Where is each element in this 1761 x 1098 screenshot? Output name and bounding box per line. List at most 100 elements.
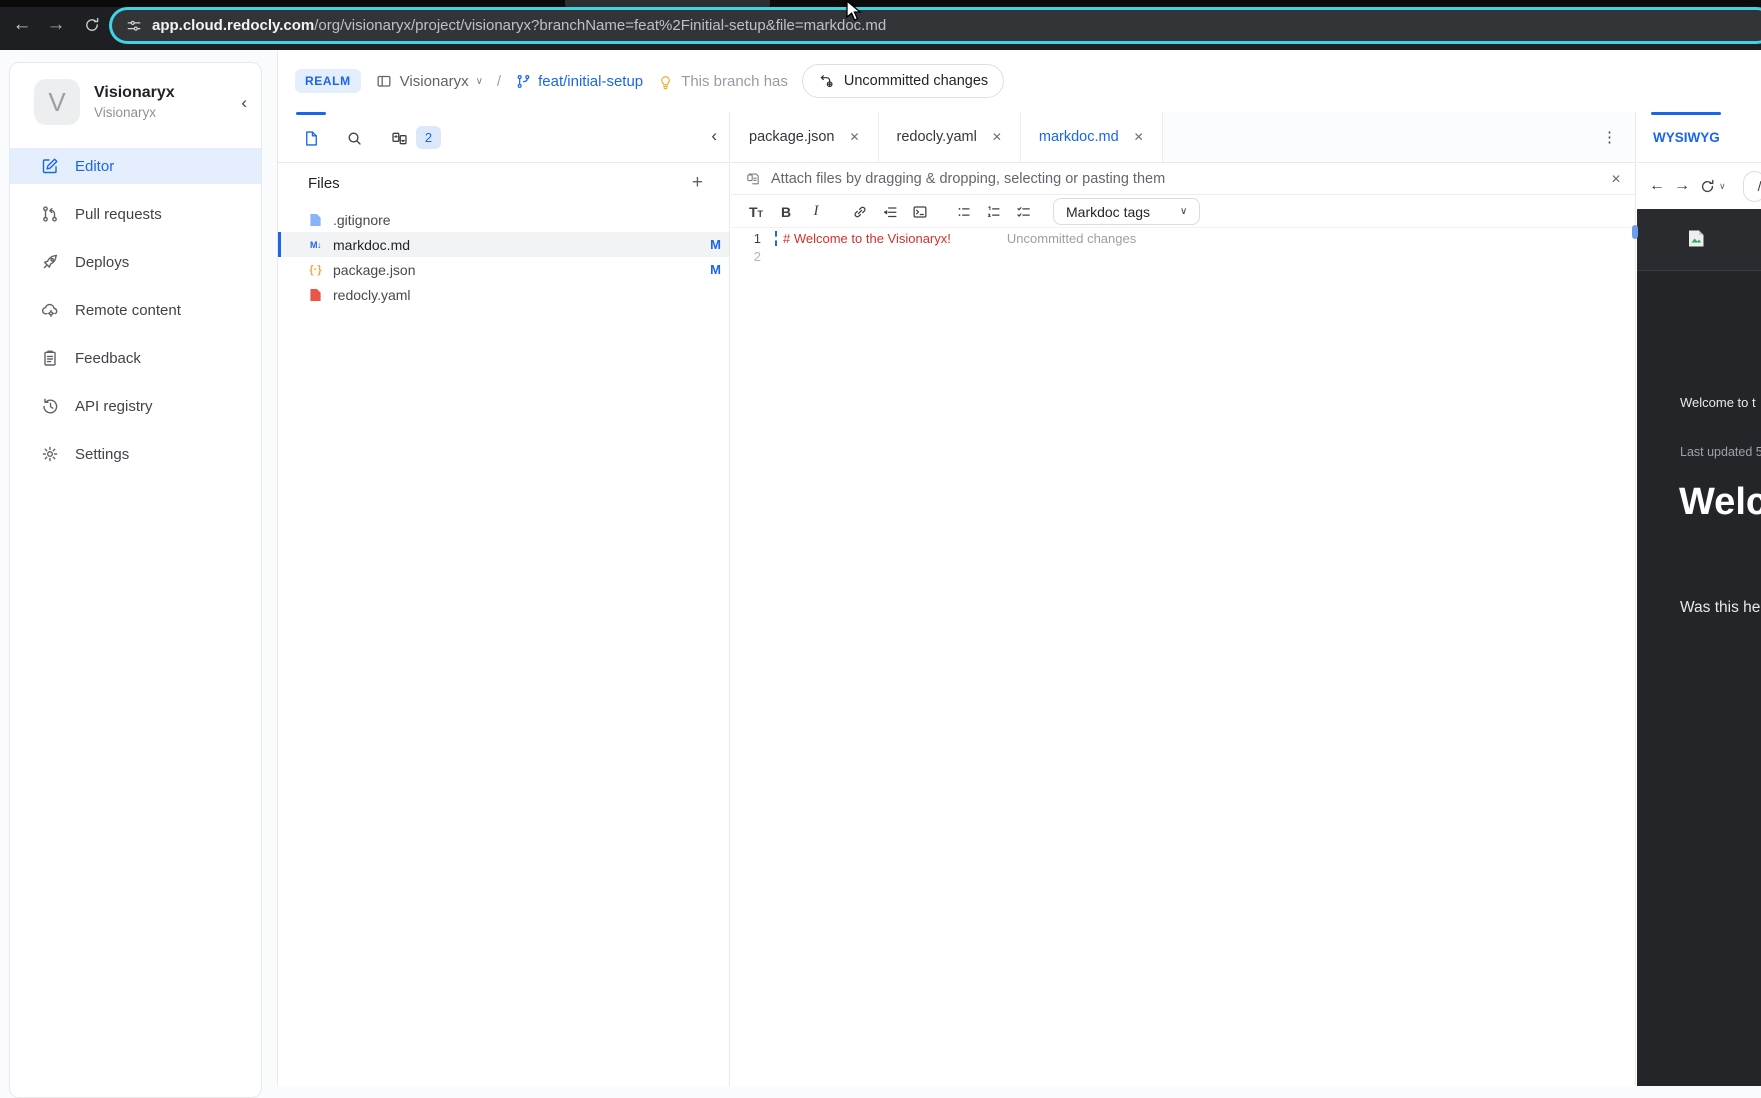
markdoc-tags-label: Markdoc tags [1066, 203, 1151, 220]
chevron-down-icon: ∨ [1180, 206, 1188, 217]
browser-reload-button[interactable] [78, 11, 106, 39]
check-list-button[interactable] [1011, 200, 1037, 224]
sidebar-item-settings[interactable]: Settings [10, 436, 261, 472]
branch-hint: This branch has [657, 73, 788, 90]
files-tab-button[interactable] [300, 127, 322, 149]
clipboard-icon [44, 350, 56, 366]
preview-tabbar: WYSIWYG [1637, 112, 1761, 163]
close-icon[interactable]: ✕ [1134, 130, 1144, 144]
preview-url-input[interactable]: / [1742, 170, 1761, 202]
org-subtitle: Visionaryx [94, 105, 157, 120]
file-red-icon [308, 287, 323, 302]
blockquote-button[interactable] [877, 200, 903, 224]
close-icon[interactable]: ✕ [1611, 172, 1621, 186]
sidebar-item-deploys[interactable]: Deploys [10, 244, 261, 280]
app-shell: V Visionaryx Visionaryx ‹ Editor Pull re… [0, 50, 1761, 1098]
panel-resize-handle[interactable] [1632, 225, 1638, 239]
attachment-icon [747, 173, 759, 185]
text-format-button[interactable]: TT [743, 200, 769, 224]
code-editor[interactable]: 1 # Welcome to the Visionaryx! Uncommitt… [731, 230, 1635, 1086]
add-file-button[interactable]: + [692, 172, 703, 194]
file-panel-collapse-button[interactable]: ‹ [711, 126, 717, 146]
sidebar-item-remote-content[interactable]: Remote content [10, 292, 261, 328]
preview-feedback-prompt: Was this he [1680, 599, 1761, 616]
broken-image-icon [1689, 230, 1704, 247]
attach-files-bar[interactable]: Attach files by dragging & dropping, sel… [731, 164, 1635, 195]
active-tab-indicator [1651, 112, 1721, 115]
file-name: package.json [333, 261, 416, 278]
gear-icon [42, 446, 58, 462]
org-title: Visionaryx [94, 84, 175, 101]
file-row-markdoc[interactable]: M↓ markdoc.md M [278, 232, 729, 257]
wysiwyg-tab[interactable]: WYSIWYG [1653, 130, 1720, 145]
sidebar-item-editor[interactable]: Editor [10, 148, 261, 184]
markdoc-tags-dropdown[interactable]: Markdoc tags ∨ [1053, 198, 1201, 225]
project-selector[interactable]: Visionaryx ∨ [375, 72, 483, 90]
browser-top-strip [0, 0, 1761, 7]
chevron-down-icon: ∨ [475, 75, 483, 87]
changes-tab-button[interactable] [388, 127, 410, 149]
history-clock-icon [43, 398, 58, 414]
tab-redocly-yaml[interactable]: redocly.yaml ✕ [878, 112, 1021, 162]
sidebar-collapse-button[interactable]: ‹ [241, 93, 247, 113]
sidebar-item-api-registry[interactable]: API registry [10, 388, 261, 424]
org-names: Visionaryx Visionaryx [94, 84, 175, 120]
browser-forward-button[interactable]: → [42, 11, 70, 39]
preview-forward-button[interactable]: → [1674, 177, 1690, 195]
url-text: app.cloud.redocly.com/org/visionaryx/pro… [152, 17, 886, 34]
code-block-button[interactable] [907, 200, 933, 224]
file-name: .gitignore [333, 211, 391, 228]
tab-package-json[interactable]: package.json ✕ [731, 112, 879, 162]
main-area: REALM Visionaryx ∨ / feat/initial-setup [277, 50, 1761, 1086]
sidebar-item-label: Pull requests [75, 205, 162, 223]
preview-reload-button[interactable]: ∨ [1699, 178, 1726, 195]
uncommitted-changes-button[interactable]: Uncommitted changes [801, 64, 1005, 98]
file-icon [305, 130, 317, 146]
preview-site-header [1637, 209, 1761, 271]
markdown-icon: M↓ [310, 239, 322, 250]
browser-address-bar[interactable]: app.cloud.redocly.com/org/visionaryx/pro… [112, 10, 1761, 41]
file-row-gitignore[interactable]: .gitignore [278, 207, 729, 232]
browser-chrome: ← → app.cloud.redocly.com/org/visionaryx… [0, 0, 1761, 50]
bold-button[interactable]: B [773, 200, 799, 224]
search-tab-button[interactable] [343, 127, 365, 149]
cloud-gear-icon [41, 303, 58, 317]
branch-selector[interactable]: feat/initial-setup [515, 73, 643, 90]
ghost-suggestion-text: Uncommitted changes [1006, 231, 1137, 246]
modified-badge: M [710, 262, 721, 277]
italic-button[interactable]: I [803, 200, 829, 224]
preview-back-button[interactable]: ← [1649, 177, 1665, 195]
project-icon [377, 75, 391, 87]
path-separator: / [496, 72, 502, 90]
code-line-1[interactable]: 1 # Welcome to the Visionaryx! Uncommitt… [731, 230, 1635, 248]
site-settings-icon[interactable] [126, 18, 142, 34]
active-tab-indicator [296, 112, 326, 115]
bullet-list-icon [958, 207, 970, 216]
check-list-icon [1017, 206, 1030, 217]
git-branch-icon [517, 74, 530, 88]
pull-request-icon [43, 206, 57, 222]
commit-plus-icon [820, 74, 833, 87]
files-section-title: Files [308, 175, 340, 192]
browser-back-button[interactable]: ← [8, 11, 36, 39]
tab-label: package.json [749, 129, 835, 145]
editor-menu-button[interactable]: ⋮ [1602, 128, 1617, 146]
link-button[interactable] [847, 200, 873, 224]
numbered-list-button[interactable] [981, 200, 1007, 224]
diff-icon [391, 132, 407, 144]
close-icon[interactable]: ✕ [992, 130, 1002, 144]
close-icon[interactable]: ✕ [849, 130, 859, 144]
bullet-list-button[interactable] [951, 200, 977, 224]
file-row-redocly-yaml[interactable]: redocly.yaml [278, 282, 729, 307]
sidebar-item-pull-requests[interactable]: Pull requests [10, 196, 261, 232]
formatting-toolbar: TT B I Markdoc tags ∨ [731, 196, 1635, 228]
code-line-2[interactable]: 2 [731, 248, 1635, 266]
reload-icon [86, 17, 99, 31]
tab-markdoc-md[interactable]: markdoc.md ✕ [1020, 112, 1163, 162]
file-row-package-json[interactable]: {·} package.json M [278, 257, 729, 282]
sidebar-item-feedback[interactable]: Feedback [10, 340, 261, 376]
changes-count-badge: 2 [416, 126, 441, 149]
sidebar-menu: Editor Pull requests Deploys Remote cont… [10, 148, 261, 484]
sidebar-item-label: Remote content [75, 301, 181, 319]
preview-breadcrumb[interactable]: Welcome to t [1680, 395, 1756, 410]
